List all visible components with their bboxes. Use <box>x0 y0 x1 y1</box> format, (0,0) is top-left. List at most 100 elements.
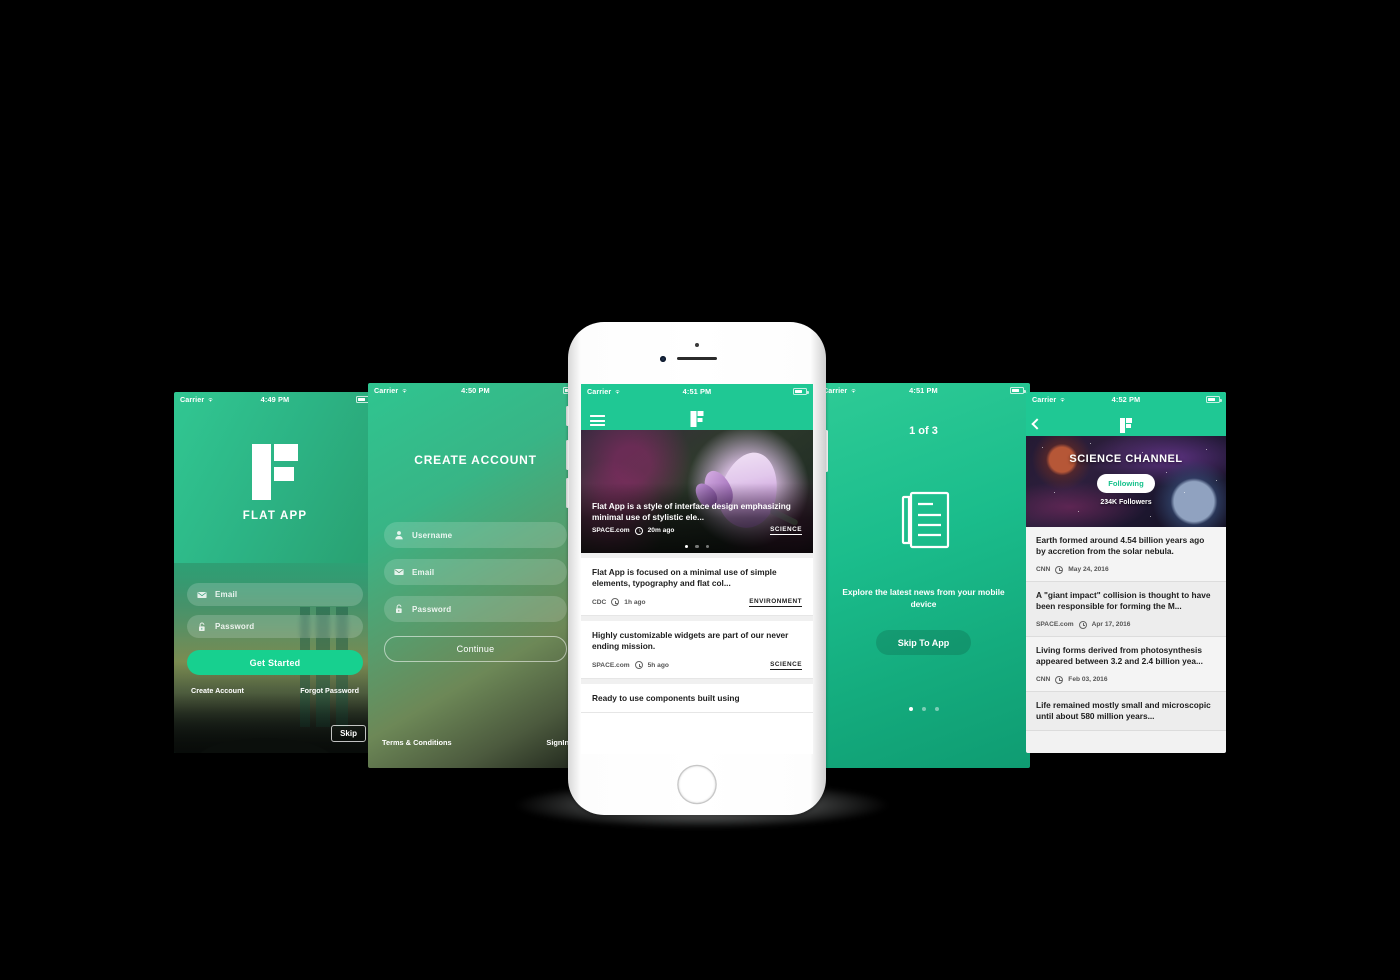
terms-link[interactable]: Terms & Conditions <box>382 738 452 747</box>
f-logo-icon <box>1120 418 1132 433</box>
continue-button[interactable]: Continue <box>384 636 567 662</box>
carousel-dot[interactable] <box>695 544 699 548</box>
hamburger-menu-icon[interactable] <box>590 413 605 429</box>
envelope-icon <box>394 567 404 577</box>
hero-carousel-dots[interactable] <box>581 544 813 548</box>
password-field[interactable]: Password <box>384 596 567 622</box>
email-field[interactable]: Email <box>187 583 363 606</box>
article-source: CDC <box>592 598 607 606</box>
status-bar-login: Carrier 4:49 PM <box>174 392 376 406</box>
article-title: Earth formed around 4.54 billion years a… <box>1036 535 1205 557</box>
channel-banner: SCIENCE CHANNEL Following 234K Followers <box>1026 436 1226 527</box>
clock-icon <box>611 598 620 607</box>
carousel-dot[interactable] <box>684 544 689 548</box>
article-source: SPACE.com <box>1036 621 1074 629</box>
chevron-left-icon[interactable] <box>1031 418 1043 430</box>
onboarding-pager[interactable] <box>834 707 1013 712</box>
email-placeholder: Email <box>215 590 238 599</box>
phone-screen-onboarding: Carrier 4:51 PM 1 of 3 Explore the lates… <box>817 383 1030 768</box>
channel-article-row[interactable]: A "giant impact" collision is thought to… <box>1026 581 1226 637</box>
mute-switch[interactable] <box>566 406 569 426</box>
channel-article-row[interactable]: Life remained mostly small and microscop… <box>1026 691 1226 731</box>
clock-icon <box>1055 675 1064 684</box>
followers-count: 234K Followers <box>1100 499 1152 506</box>
channel-navbar: Carrier 4:52 PM <box>1026 392 1226 414</box>
app-title: FLAT APP <box>242 510 308 522</box>
f-logo-icon <box>252 444 298 500</box>
status-bar-feed: Carrier 4:51 PM <box>581 384 813 398</box>
article-time: 5h ago <box>647 661 669 669</box>
password-placeholder: Password <box>412 604 452 614</box>
username-placeholder: Username <box>412 530 453 540</box>
onboarding-subtitle: Explore the latest news from your mobile… <box>842 587 1005 610</box>
status-bar-create: Carrier 4:50 PM <box>368 383 583 397</box>
skip-button[interactable]: Skip <box>331 725 366 742</box>
signin-link[interactable]: SignIn <box>546 738 569 747</box>
volume-up-button[interactable] <box>566 440 569 470</box>
pager-dot[interactable] <box>921 707 926 712</box>
status-time: 4:51 PM <box>909 385 938 395</box>
clock-icon <box>1078 620 1087 629</box>
feed-status-bar: Carrier 4:51 PM <box>581 384 813 408</box>
email-field[interactable]: Email <box>384 559 567 585</box>
battery-icon <box>793 387 809 395</box>
article-date: Feb 03, 2016 <box>1068 676 1108 684</box>
home-button[interactable] <box>678 766 716 803</box>
phone-screen-create-account: Carrier 4:50 PM CREATE ACCOUNT Username <box>368 383 583 768</box>
skip-to-app-button[interactable]: Skip To App <box>876 630 971 656</box>
status-time: 4:52 PM <box>1111 394 1141 404</box>
article-date: Apr 17, 2016 <box>1091 621 1131 629</box>
feed-hero-card[interactable]: Flat App is a style of interface design … <box>581 430 813 553</box>
status-time: 4:49 PM <box>260 394 290 404</box>
following-button[interactable]: Following <box>1097 474 1155 493</box>
hero-tag[interactable]: SCIENCE <box>770 526 802 535</box>
channel-article-row[interactable]: Earth formed around 4.54 billion years a… <box>1026 527 1226 582</box>
front-camera <box>660 356 666 362</box>
hero-time: 20m ago <box>647 527 675 534</box>
create-account-link[interactable]: Create Account <box>191 686 244 695</box>
article-source: CNN <box>1036 676 1051 684</box>
clock-icon <box>634 526 643 535</box>
power-button[interactable] <box>825 430 828 472</box>
clock-icon <box>1055 565 1064 574</box>
username-field[interactable]: Username <box>384 522 567 548</box>
hero-source: SPACE.com <box>592 527 630 534</box>
clock-icon <box>634 661 643 670</box>
article-title: Flat App is focused on a minimal use of … <box>592 567 777 589</box>
document-lines-icon <box>896 489 952 551</box>
article-title: Highly customizable widgets are part of … <box>592 629 789 652</box>
battery-icon <box>1010 386 1026 394</box>
article-time: 1h ago <box>624 598 646 606</box>
create-account-title: CREATE ACCOUNT <box>414 453 537 467</box>
status-time: 4:50 PM <box>461 385 490 395</box>
article-tag[interactable]: ENVIRONMENT <box>749 598 802 607</box>
login-brand: FLAT APP <box>174 444 376 522</box>
volume-down-button[interactable] <box>566 478 569 508</box>
background-silhouette <box>174 693 376 753</box>
forgot-password-link[interactable]: Forgot Password <box>300 686 359 695</box>
get-started-button[interactable]: Get Started <box>187 650 363 675</box>
carousel-dot[interactable] <box>705 544 710 548</box>
channel-name: SCIENCE CHANNEL <box>1069 453 1183 465</box>
password-placeholder: Password <box>215 622 255 631</box>
lock-icon <box>394 604 404 614</box>
pager-dot[interactable] <box>908 707 913 712</box>
f-logo-icon <box>690 411 704 427</box>
phone-screen-channel: Carrier 4:52 PM SCIENCE CHANNEL Followin… <box>1026 392 1226 753</box>
onboarding-step-label: 1 of 3 <box>909 425 938 437</box>
battery-icon <box>1206 395 1222 403</box>
mockup-stage: Carrier 4:49 PM FLAT APP Email Password … <box>0 0 1400 980</box>
password-field[interactable]: Password <box>187 615 363 638</box>
article-title: Life remained mostly small and microscop… <box>1036 699 1211 722</box>
phone-screen-login: Carrier 4:49 PM FLAT APP Email Password … <box>174 392 376 753</box>
pager-dot[interactable] <box>934 707 939 712</box>
channel-article-row[interactable]: Living forms derived from photosynthesis… <box>1026 636 1226 692</box>
channel-title-bar <box>1026 414 1226 436</box>
article-tag[interactable]: SCIENCE <box>770 661 802 670</box>
feed-article-row[interactable]: Highly customizable widgets are part of … <box>581 620 813 679</box>
status-bar-onboarding: Carrier 4:51 PM <box>817 383 1030 397</box>
feed-article-row[interactable]: Ready to use components built using <box>581 683 813 714</box>
feed-article-row[interactable]: Flat App is focused on a minimal use of … <box>581 558 813 616</box>
phone-screen-feed: Carrier 4:51 PM Flat App is a style of i… <box>581 384 813 754</box>
lock-icon <box>197 622 207 632</box>
